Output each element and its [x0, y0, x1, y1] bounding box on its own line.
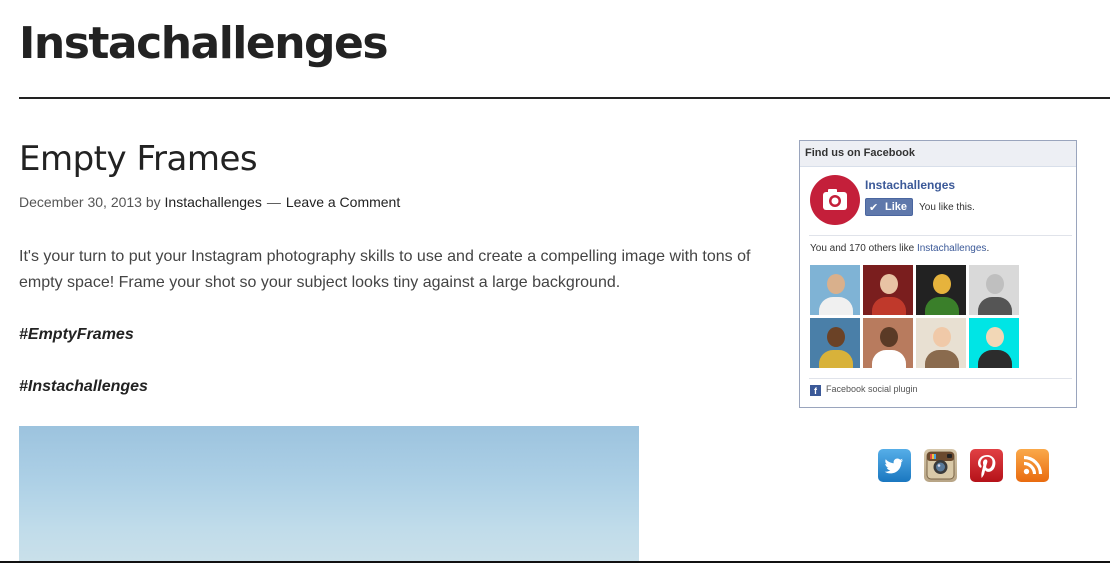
post-date: December 30, 2013 [19, 194, 142, 210]
fan-avatar-head [880, 327, 898, 347]
fan-avatar[interactable] [810, 318, 860, 368]
fan-avatar[interactable] [810, 265, 860, 315]
likes-count: You and 170 others like Instachallenges. [810, 243, 989, 254]
you-like-text: You like this. [919, 202, 975, 213]
hashtag-emptyframes: #EmptyFrames [19, 326, 134, 343]
rss-button[interactable] [1016, 449, 1049, 482]
instagram-icon [926, 451, 955, 480]
fan-avatar-body [872, 297, 906, 315]
pinterest-button[interactable] [970, 449, 1003, 482]
author-link[interactable]: Instachallenges [165, 194, 262, 210]
fan-avatar-body [978, 350, 1012, 368]
fan-avatar[interactable] [969, 265, 1019, 315]
fan-avatar-head [933, 327, 951, 347]
twitter-button[interactable] [878, 449, 911, 482]
fan-avatar[interactable] [969, 318, 1019, 368]
instagram-button[interactable] [924, 449, 957, 482]
post-title[interactable]: Empty Frames [19, 138, 258, 180]
fan-avatar-head [986, 327, 1004, 347]
fan-avatar-body [819, 350, 853, 368]
fan-avatar-head [986, 274, 1004, 294]
fan-avatar-head [933, 274, 951, 294]
facebook-page-link[interactable]: Instachallenges [865, 178, 955, 192]
like-button-label: Like [885, 201, 908, 213]
fan-avatar-head [827, 327, 845, 347]
fan-avatar[interactable] [863, 318, 913, 368]
hashtag-instachallenges: #Instachallenges [19, 378, 148, 395]
facebook-widget-header: Find us on Facebook [800, 141, 1076, 167]
fan-avatar-body [925, 297, 959, 315]
fan-faces-grid [810, 265, 1030, 368]
facebook-plugin-footer[interactable]: f Facebook social plugin [810, 384, 918, 396]
divider [809, 235, 1072, 236]
fan-avatar-body [819, 297, 853, 315]
fan-avatar-head [827, 274, 845, 294]
fan-avatar-body [872, 350, 906, 368]
post-meta: December 30, 2013 by Instachallenges — Lea… [19, 194, 400, 210]
twitter-icon [884, 458, 904, 474]
facebook-plugin-label: Facebook social plugin [826, 384, 918, 394]
like-button[interactable]: ✔ Like [865, 198, 913, 216]
leave-comment-link[interactable]: Leave a Comment [286, 194, 400, 210]
facebook-icon: f [810, 385, 821, 396]
site-title[interactable]: Instachallenges [19, 14, 389, 74]
fan-avatar[interactable] [916, 265, 966, 315]
fan-avatar-body [925, 350, 959, 368]
checkmark-icon: ✔ [869, 202, 879, 214]
fan-avatar[interactable] [916, 318, 966, 368]
divider [809, 378, 1072, 379]
fan-avatar-body [978, 297, 1012, 315]
facebook-widget: Find us on Facebook Instachallenges ✔ Li… [799, 140, 1077, 408]
post-image [19, 426, 639, 563]
fan-avatar-head [880, 274, 898, 294]
header-divider [19, 97, 1110, 99]
fan-avatar[interactable] [863, 265, 913, 315]
page-avatar[interactable] [810, 175, 860, 225]
likes-count-suffix: . [986, 243, 990, 254]
likes-page-link[interactable]: Instachallenges [917, 243, 987, 254]
camera-icon [823, 189, 847, 210]
post-by: by [145, 194, 161, 210]
meta-separator: — [266, 194, 281, 210]
post-intro: It's your turn to put your Instagram pho… [19, 248, 751, 291]
rss-icon [1023, 455, 1043, 475]
pinterest-icon [978, 455, 996, 478]
likes-count-text: You and 170 others like [810, 243, 915, 254]
